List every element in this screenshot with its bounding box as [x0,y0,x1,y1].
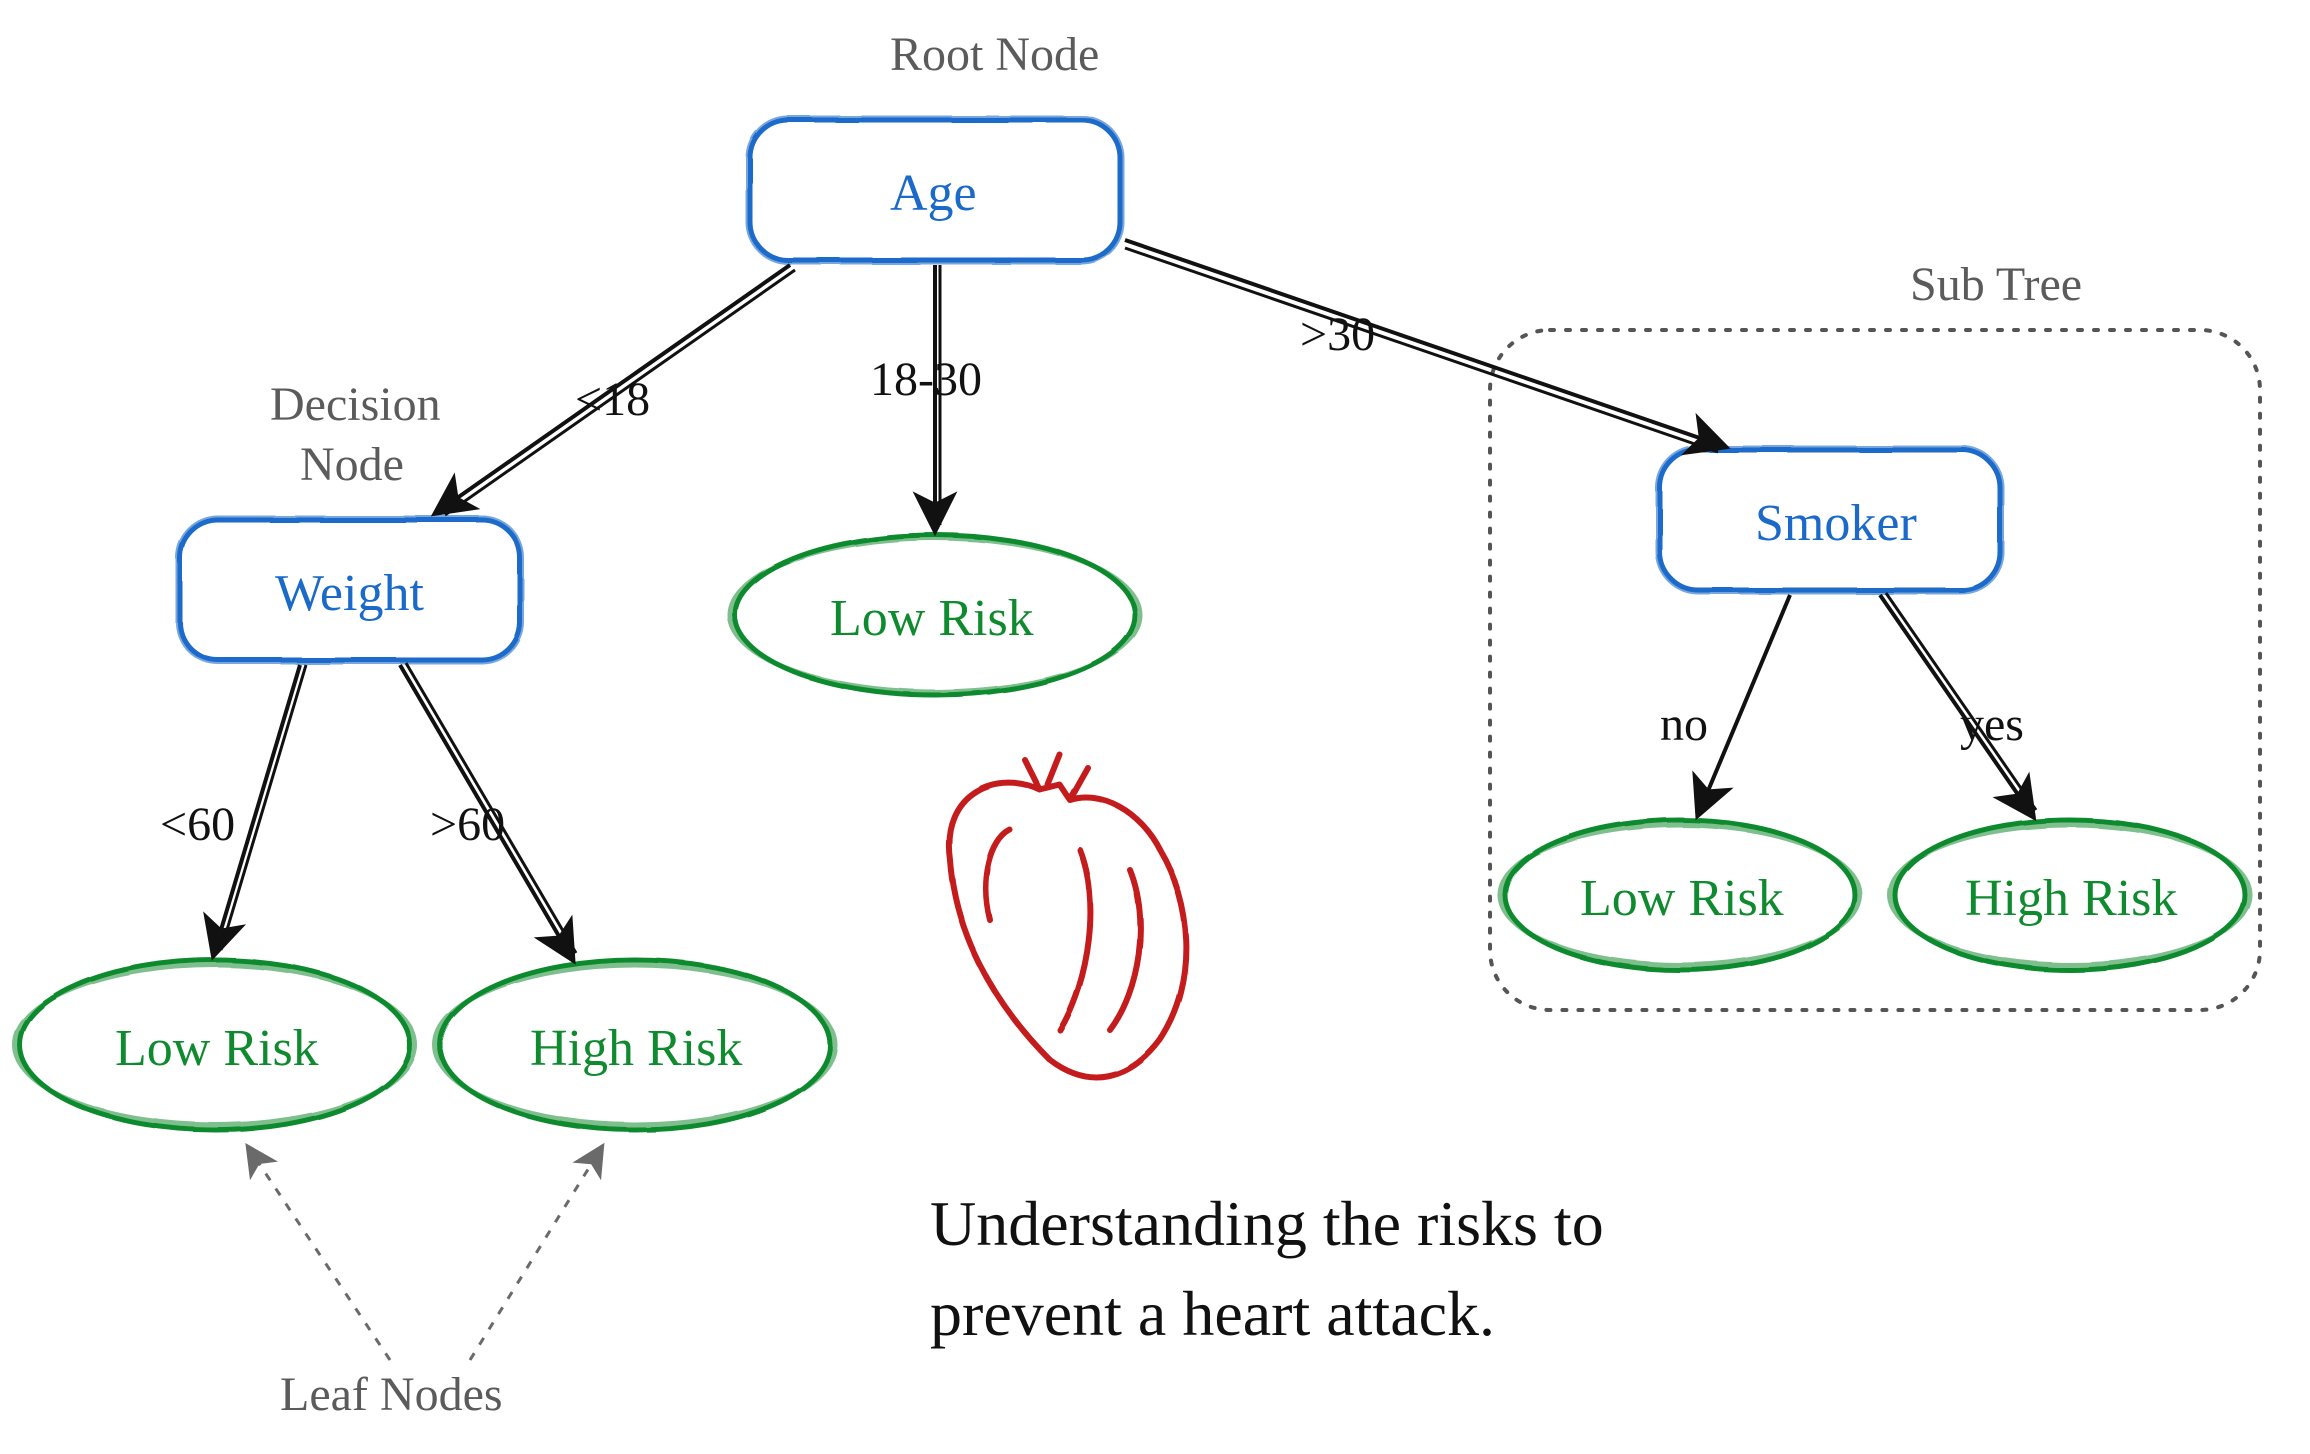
edge-smoker-no-label: no [1660,698,1708,751]
caption-line2: prevent a heart attack. [930,1278,1495,1349]
heart-icon [949,755,1186,1077]
caption-line1: Understanding the risks to [930,1188,1604,1259]
leaf-nodes-label: Leaf Nodes [280,1368,503,1421]
edge-weight-gt60-label: >60 [430,798,505,851]
node-highrisk-left-text: High Risk [530,1020,742,1077]
node-smoker-text: Smoker [1755,495,1917,552]
decision-tree-diagram: Root Node Decision Node Sub Tree Leaf No… [0,0,2310,1454]
edge-age-lt18-label: <18 [575,373,650,426]
node-lowrisk-right-text: Low Risk [1580,870,1784,927]
decision-node-label-1: Decision [270,378,441,431]
node-lowrisk-left-text: Low Risk [115,1020,319,1077]
edge-age-1830-label: 18-30 [870,353,982,406]
edge-smoker-yes-label: yes [1960,698,2024,751]
subtree-label: Sub Tree [1910,258,2082,311]
root-node-label: Root Node [890,28,1099,81]
leaf-pointer-1 [250,1150,390,1360]
edge-age-gt30-label: >30 [1300,308,1375,361]
decision-node-label-2: Node [300,438,404,491]
node-weight-text: Weight [275,565,424,622]
edge-weight-lt60-label: <60 [160,798,235,851]
node-highrisk-right-text: High Risk [1965,870,2177,927]
edge-age-smoker [1125,240,1720,452]
edge-smoker-no [1700,595,1790,810]
node-lowrisk-center-text: Low Risk [830,590,1034,647]
node-age-text: Age [890,165,977,222]
leaf-pointer-2 [470,1150,600,1360]
